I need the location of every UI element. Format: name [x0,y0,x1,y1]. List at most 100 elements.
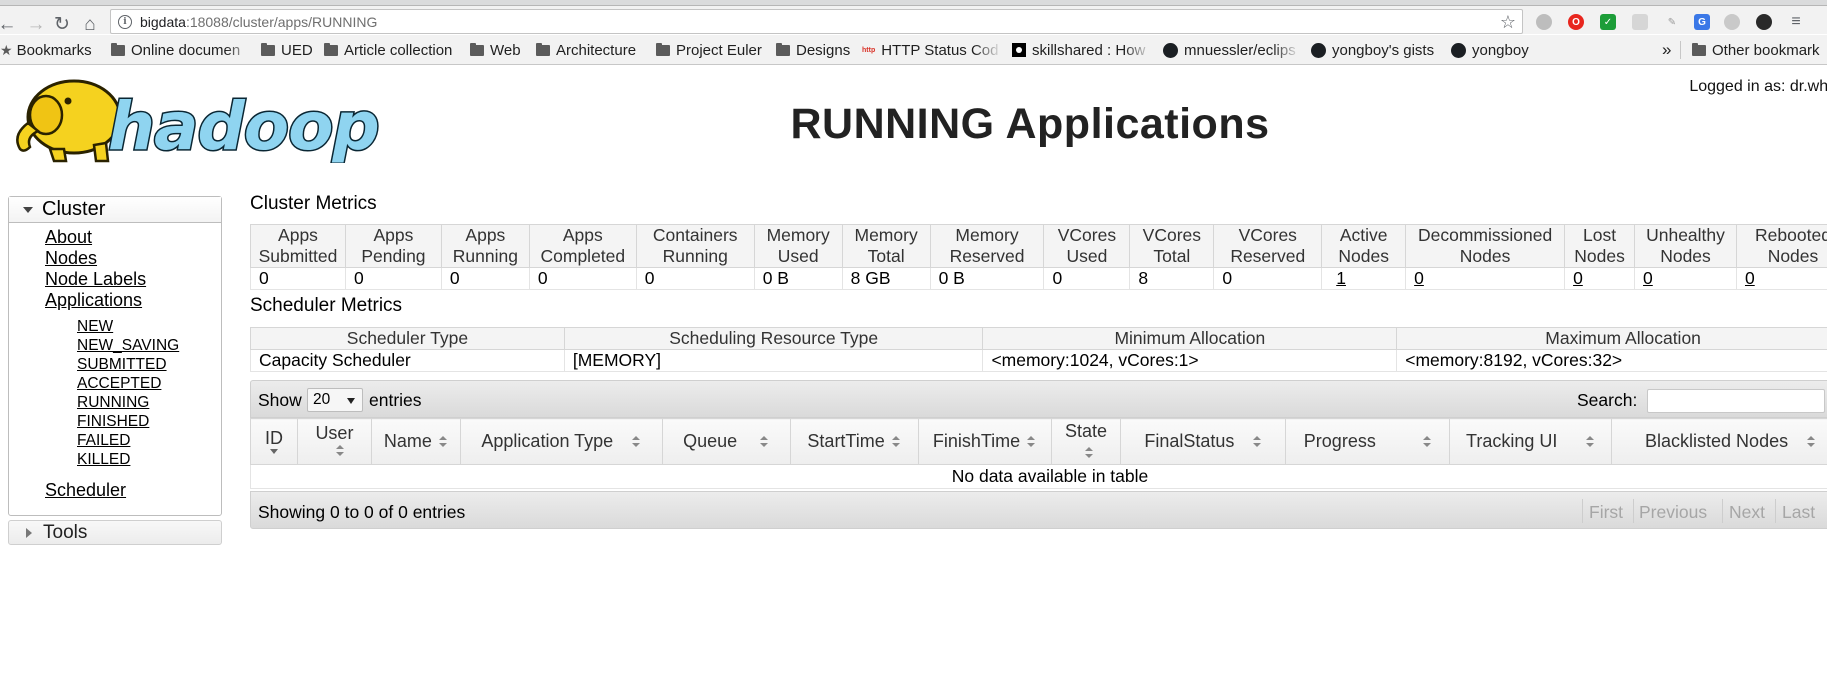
scheduler-metrics-value-row: Capacity Scheduler [MEMORY] <memory:1024… [250,349,1827,372]
nav-link-nodes[interactable]: Nodes [45,248,97,269]
bookmark-star-icon[interactable]: ☆ [1500,12,1516,33]
column-header-user[interactable]: User [296,418,372,465]
collapsed-triangle-icon [26,527,32,538]
column-header-progress[interactable]: Progress [1285,418,1451,465]
nav-cluster-header[interactable]: Cluster [9,197,221,223]
pager-previous-button[interactable]: Previous [1639,502,1707,523]
active-nodes-link[interactable]: 1 [1336,268,1346,288]
applications-table-toolbar: Show 20 entries Search: [250,380,1827,418]
info-icon[interactable]: i [118,14,132,29]
opera-extension-icon[interactable]: O [1568,14,1584,30]
nav-state-new[interactable]: NEW [77,318,113,336]
http-icon: http [862,46,876,54]
github-icon [1163,42,1178,58]
column-header-tracking-ui[interactable]: Tracking UI [1449,418,1613,465]
nav-state-submitted[interactable]: SUBMITTED [77,356,167,374]
metric-value-unhealthy-nodes: 0 [1634,267,1737,290]
extension-circle-icon[interactable] [1536,14,1552,30]
nav-link-scheduler[interactable]: Scheduler [45,480,126,501]
reload-icon[interactable]: ↻ [51,14,73,34]
metric-header: Rebooted Nodes [1735,224,1827,268]
bookmark-item[interactable]: mnuessler/eclips [1163,41,1300,59]
menu-icon[interactable]: ≡ [1788,13,1804,30]
column-header-blacklisted-nodes[interactable]: Blacklisted Nodes [1611,418,1827,465]
bookmark-item[interactable]: Web [470,41,521,59]
decommissioned-nodes-link[interactable]: 0 [1414,268,1424,288]
evernote-extension-icon[interactable] [1756,14,1772,30]
column-header-starttime[interactable]: StartTime [789,418,919,465]
bookmark-item[interactable]: Article collection [324,41,452,59]
nav-state-failed[interactable]: FAILED [77,432,130,450]
bookmark-label: Architecture [556,41,637,59]
metric-header: Memory Total [841,224,931,268]
metric-value: 0 [528,267,637,290]
search-input[interactable] [1647,389,1825,413]
column-header-application-type[interactable]: Application Type [459,418,663,465]
sort-icon [1806,436,1816,448]
nav-link-about[interactable]: About [45,227,92,248]
nav-link-applications[interactable]: Applications [45,290,142,311]
page-size-select[interactable]: 20 [307,388,363,412]
column-header-id[interactable]: ID [250,418,298,465]
nav-tools-header[interactable]: Tools [8,520,222,545]
pager-next-button[interactable]: Next [1729,502,1765,523]
bookmark-item[interactable]: Online documen [111,41,254,59]
bookmark-item[interactable]: skillshared : How [1012,41,1152,59]
scheduler-metrics-title: Scheduler Metrics [250,295,403,316]
column-header-name[interactable]: Name [370,418,461,465]
metric-header: Memory Reserved [929,224,1045,268]
folder-icon [1692,42,1706,56]
bookmarks-overflow-chevron[interactable]: » [1662,41,1671,59]
pager-first-button[interactable]: First [1589,502,1623,523]
metric-header: Unhealthy Nodes [1634,224,1737,268]
bookmark-item[interactable]: yongboy's gists [1311,41,1434,59]
column-header-finishtime[interactable]: FinishTime [917,418,1052,465]
bookmark-item[interactable]: ★ Bookmarks [0,41,92,59]
metric-value-rebooted-nodes: 0 [1735,267,1827,290]
entries-label: entries [369,390,422,410]
other-bookmarks[interactable]: Other bookmark [1692,41,1827,59]
bookmark-label: Designs [796,41,851,59]
metric-header: Containers Running [635,224,755,268]
unhealthy-nodes-link[interactable]: 0 [1643,268,1653,288]
address-bar[interactable]: i bigdata:18088/cluster/apps/RUNNING ☆ [110,9,1523,34]
pager-last-button[interactable]: Last [1782,502,1815,523]
metric-header: Lost Nodes [1564,224,1636,268]
scheduler-value: Capacity Scheduler [250,349,565,372]
logged-in-user: Logged in as: dr.who [1689,78,1827,95]
column-header-queue[interactable]: Queue [661,418,791,465]
pen-extension-icon[interactable]: ✎ [1664,14,1680,30]
scheduler-value: <memory:1024, vCores:1> [982,349,1398,372]
nav-state-accepted[interactable]: ACCEPTED [77,375,161,393]
bookmark-item[interactable]: Architecture [536,41,636,59]
scheduler-header: Scheduler Type [250,327,565,350]
nav-state-new-saving[interactable]: NEW_SAVING [77,337,179,355]
bookmark-label: Other bookmark [1712,41,1820,59]
sort-icon [1252,436,1262,448]
pager-divider [1582,499,1583,523]
lost-nodes-link[interactable]: 0 [1573,268,1583,288]
back-arrow-icon[interactable]: ← [0,14,18,34]
translate-extension-icon[interactable]: G [1694,14,1710,30]
nav-state-finished[interactable]: FINISHED [77,413,149,431]
gear-extension-icon[interactable] [1724,14,1740,30]
column-header-finalstatus[interactable]: FinalStatus [1120,418,1287,465]
home-icon[interactable]: ⌂ [79,14,101,34]
metric-value-decommissioned-nodes: 0 [1405,267,1566,290]
pager-divider [1775,499,1776,523]
extension-box-icon[interactable] [1632,14,1648,30]
column-header-state[interactable]: State [1050,418,1122,465]
rebooted-nodes-link[interactable]: 0 [1745,268,1755,288]
empty-table-row: No data available in table [250,464,1827,489]
bookmark-item[interactable]: UED [261,41,313,59]
nav-state-running[interactable]: RUNNING [77,394,149,412]
bookmark-item[interactable]: http HTTP Status Cod [862,41,1002,59]
bookmark-item[interactable]: Project Euler [656,41,762,59]
forward-arrow-icon[interactable]: → [25,14,47,34]
nav-link-node-labels[interactable]: Node Labels [45,269,146,290]
bookmark-item[interactable]: yongboy [1451,41,1529,59]
shield-extension-icon[interactable]: ✓ [1600,14,1616,30]
bookmark-item[interactable]: Designs [776,41,850,59]
nav-state-killed[interactable]: KILLED [77,451,130,469]
bookmark-label: Bookmarks [16,41,92,59]
